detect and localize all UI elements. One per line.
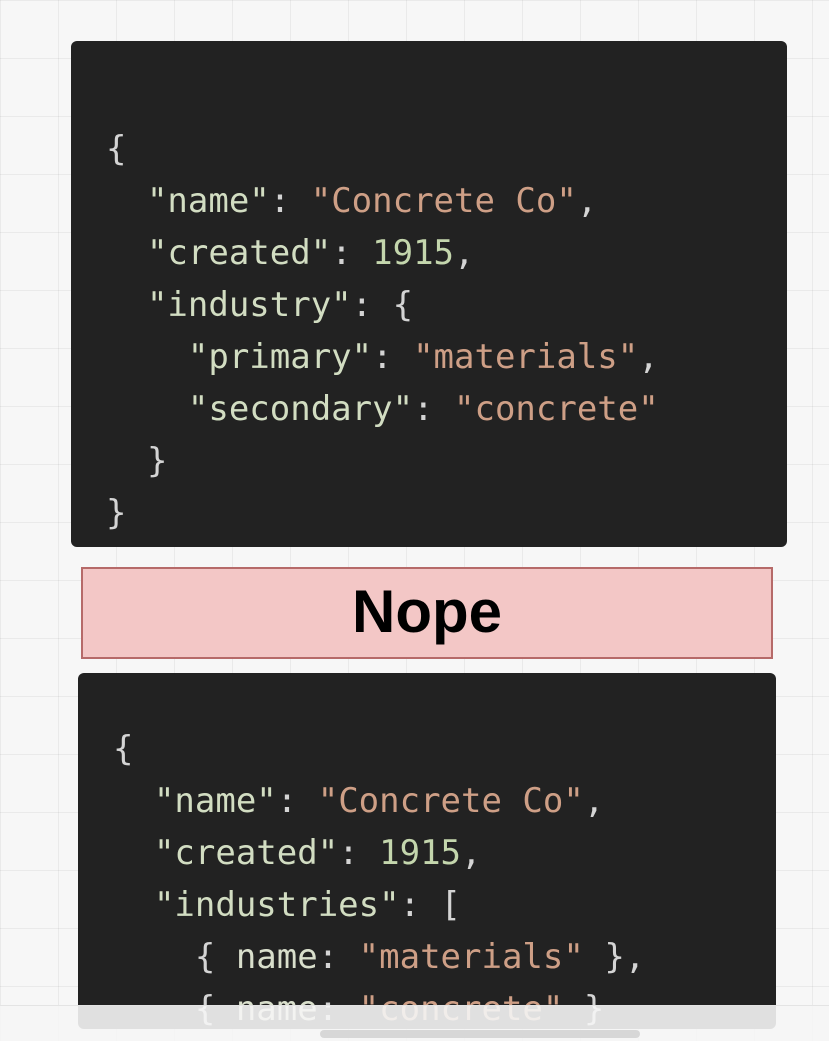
code-token: { <box>113 729 134 769</box>
code-token: , <box>454 233 475 273</box>
code-token: 1915 <box>379 833 462 873</box>
code-line: } <box>106 435 787 487</box>
code-line: "primary": "materials", <box>106 331 787 383</box>
code-token: "materials" <box>413 337 639 377</box>
code-line: "name": "Concrete Co", <box>113 775 776 827</box>
code-token: { <box>113 937 236 977</box>
code-token: , <box>638 337 659 377</box>
code-token: "primary" <box>187 337 373 377</box>
code-token: "created" <box>146 233 332 273</box>
verdict-banner: Nope <box>81 567 773 659</box>
verdict-label: Nope <box>352 578 502 645</box>
code-line: { <box>113 723 776 775</box>
code-token: } <box>106 441 168 481</box>
code-token: "Concrete Co" <box>317 781 584 821</box>
top-code-block: { "name": "Concrete Co", "created": 1915… <box>106 123 787 539</box>
code-token: } <box>106 493 127 533</box>
bottom-code-block: { "name": "Concrete Co", "created": 1915… <box>113 723 776 1029</box>
slide-canvas: { "name": "Concrete Co", "created": 1915… <box>0 0 829 1041</box>
code-token: : { <box>351 285 414 325</box>
code-token: : <box>331 233 373 273</box>
code-token: : <box>338 833 380 873</box>
code-token: "Concrete Co" <box>310 181 577 221</box>
code-line: { <box>106 123 787 175</box>
code-token: { <box>106 129 127 169</box>
code-token: name <box>235 937 318 977</box>
code-token: "secondary" <box>187 389 414 429</box>
code-token: "industries" <box>153 885 400 925</box>
code-token: : <box>413 389 455 429</box>
code-token: : [ <box>399 885 462 925</box>
code-token: }, <box>583 937 646 977</box>
code-token: 1915 <box>372 233 455 273</box>
code-token: , <box>576 181 598 221</box>
code-line: "name": "Concrete Co", <box>106 175 787 227</box>
code-token: : <box>276 781 318 821</box>
code-token: : <box>317 937 359 977</box>
top-code-panel: { "name": "Concrete Co", "created": 1915… <box>71 41 787 547</box>
code-line: "industries": [ <box>113 879 776 931</box>
code-line: "created": 1915, <box>106 227 787 279</box>
code-token: : <box>372 337 414 377</box>
horizontal-scrollbar[interactable] <box>320 1030 640 1038</box>
code-line: { name: "materials" }, <box>113 931 776 983</box>
code-token: "materials" <box>358 937 584 977</box>
code-token: , <box>583 781 605 821</box>
code-line: "secondary": "concrete" <box>106 383 787 435</box>
code-token: "name" <box>153 781 277 821</box>
code-line: } <box>106 487 787 539</box>
code-line: "created": 1915, <box>113 827 776 879</box>
code-token: : <box>269 181 311 221</box>
code-token: "industry" <box>146 285 352 325</box>
code-token: "concrete" <box>454 389 659 429</box>
bottom-code-panel: { "name": "Concrete Co", "created": 1915… <box>78 673 776 1029</box>
code-token: "name" <box>146 181 270 221</box>
code-line: "industry": { <box>106 279 787 331</box>
code-token: "created" <box>153 833 339 873</box>
code-token: , <box>461 833 482 873</box>
